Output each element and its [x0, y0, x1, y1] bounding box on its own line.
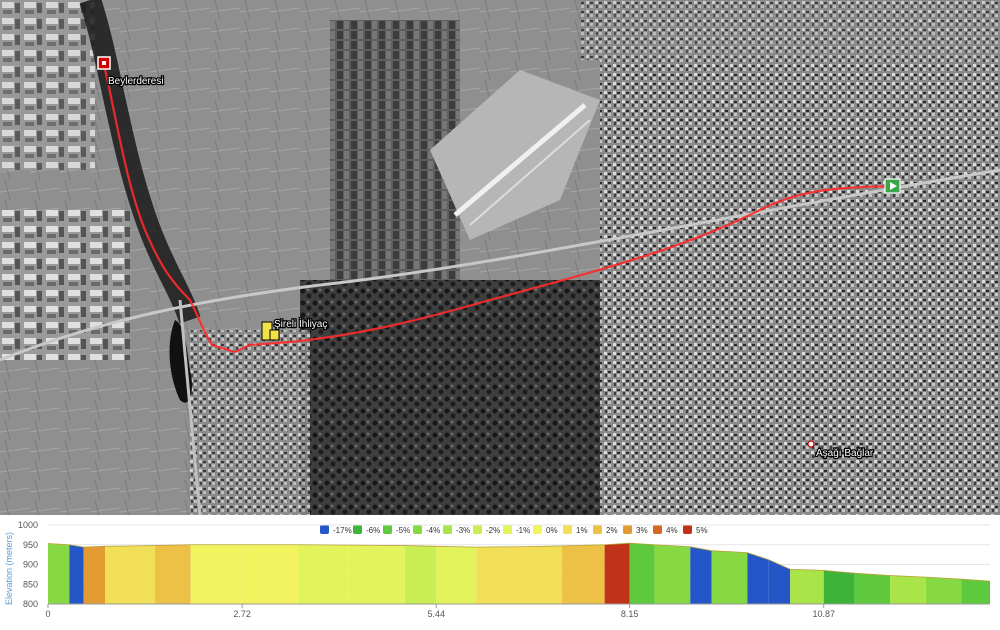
legend-item: 3% — [623, 525, 648, 535]
x-tick-label: 2.72 — [233, 609, 251, 619]
profile-segment — [404, 545, 437, 604]
legend-swatch — [443, 525, 452, 534]
map-canvas[interactable]: Beylerderesi Şireli İhliyaç Aşağı Bağlar — [0, 0, 1000, 515]
profile-segment — [347, 545, 405, 604]
legend-label: 1% — [576, 526, 588, 535]
legend-item: 0% — [533, 525, 558, 535]
profile-segment — [105, 545, 156, 604]
legend-label: 3% — [636, 526, 648, 535]
profile-segment — [925, 577, 962, 604]
legend-label: 4% — [666, 526, 678, 535]
legend-swatch — [353, 525, 362, 534]
profile-segment — [48, 543, 70, 604]
x-tick-label: 8.15 — [621, 609, 639, 619]
profile-segment — [854, 573, 891, 604]
profile-segment — [297, 544, 348, 604]
elevation-panel: -17% -6% -5% -4% -3% -2% -1% 0% 1% 2% 3% 4% 5% Eleva… — [0, 515, 1000, 625]
legend-swatch — [593, 525, 602, 534]
profile-segment — [961, 579, 990, 604]
profile-segment — [190, 544, 243, 604]
legend-item: -6% — [353, 525, 380, 535]
legend-swatch — [320, 525, 329, 534]
grade-legend: -17% -6% -5% -4% -3% -2% -1% 0% 1% 2% 3% 4% 5% — [320, 525, 708, 535]
profile-segment — [654, 544, 691, 604]
legend-label: -6% — [366, 526, 380, 535]
x-tick-label: 10.87 — [812, 609, 835, 619]
satellite-map[interactable]: Beylerderesi Şireli İhliyaç Aşağı Bağlar — [0, 0, 1000, 515]
legend-item: -2% — [473, 525, 500, 535]
legend-swatch — [413, 525, 422, 534]
legend-item: 4% — [653, 525, 678, 535]
x-tick-label: 0 — [45, 609, 50, 619]
legend-label: -2% — [486, 526, 500, 535]
profile-segment — [823, 570, 855, 604]
legend-label: 5% — [696, 526, 708, 535]
profile-segment — [561, 544, 605, 604]
legend-item: 5% — [683, 525, 708, 535]
y-tick-label: 850 — [23, 579, 38, 589]
legend-swatch — [563, 525, 572, 534]
profile-segment — [476, 546, 519, 604]
legend-item: -3% — [443, 525, 470, 535]
profile-segment — [155, 544, 191, 604]
legend-label: -4% — [426, 526, 440, 535]
x-axis-ticks: 0 2.72 5.44 8.15 10.87 — [45, 604, 835, 619]
legend-label: 0% — [546, 526, 558, 535]
legend-swatch — [533, 525, 542, 534]
legend-label: -5% — [396, 526, 410, 535]
route-end-marker[interactable] — [884, 178, 901, 194]
profile-segment — [83, 546, 106, 604]
legend-item: 2% — [593, 525, 618, 535]
legend-label: -1% — [516, 526, 530, 535]
legend-swatch — [623, 525, 632, 534]
place-label-poi: Şireli İhliyaç — [274, 317, 327, 330]
legend-swatch — [683, 525, 692, 534]
elevation-chart: -17% -6% -5% -4% -3% -2% -1% 0% 1% 2% 3% 4% 5% Eleva… — [4, 520, 991, 619]
x-tick-label: 5.44 — [427, 609, 445, 619]
profile-segment — [711, 550, 748, 604]
legend-label: 2% — [606, 526, 618, 535]
profile-segment — [242, 544, 298, 604]
profile-segment — [690, 546, 712, 604]
y-tick-label: 950 — [23, 540, 38, 550]
place-label-aux: Aşağı Bağlar — [816, 448, 874, 459]
legend-label: -3% — [456, 526, 470, 535]
elevation-profile — [47, 542, 991, 605]
legend-item: -17% — [320, 525, 352, 535]
legend-label: -17% — [333, 526, 352, 535]
y-tick-label: 900 — [23, 560, 38, 570]
profile-segment — [519, 545, 562, 604]
profile-segment — [747, 552, 769, 604]
legend-item: -4% — [413, 525, 440, 535]
place-label-start: Beylerderesi — [108, 76, 164, 87]
profile-segment — [790, 569, 824, 604]
legend-swatch — [473, 525, 482, 534]
profile-segment — [436, 546, 477, 604]
profile-segment — [768, 559, 791, 604]
legend-swatch — [383, 525, 392, 534]
legend-item: -5% — [383, 525, 410, 535]
y-tick-label: 1000 — [18, 520, 38, 530]
legend-item: -1% — [503, 525, 530, 535]
legend-item: 1% — [563, 525, 588, 535]
profile-segment — [629, 543, 655, 604]
y-axis-title: Elevation (meters) — [4, 532, 14, 605]
y-tick-label: 800 — [23, 599, 38, 609]
legend-swatch — [503, 525, 512, 534]
profile-segment — [890, 575, 926, 604]
profile-segment — [604, 543, 630, 604]
legend-swatch — [653, 525, 662, 534]
profile-segment — [69, 544, 84, 604]
